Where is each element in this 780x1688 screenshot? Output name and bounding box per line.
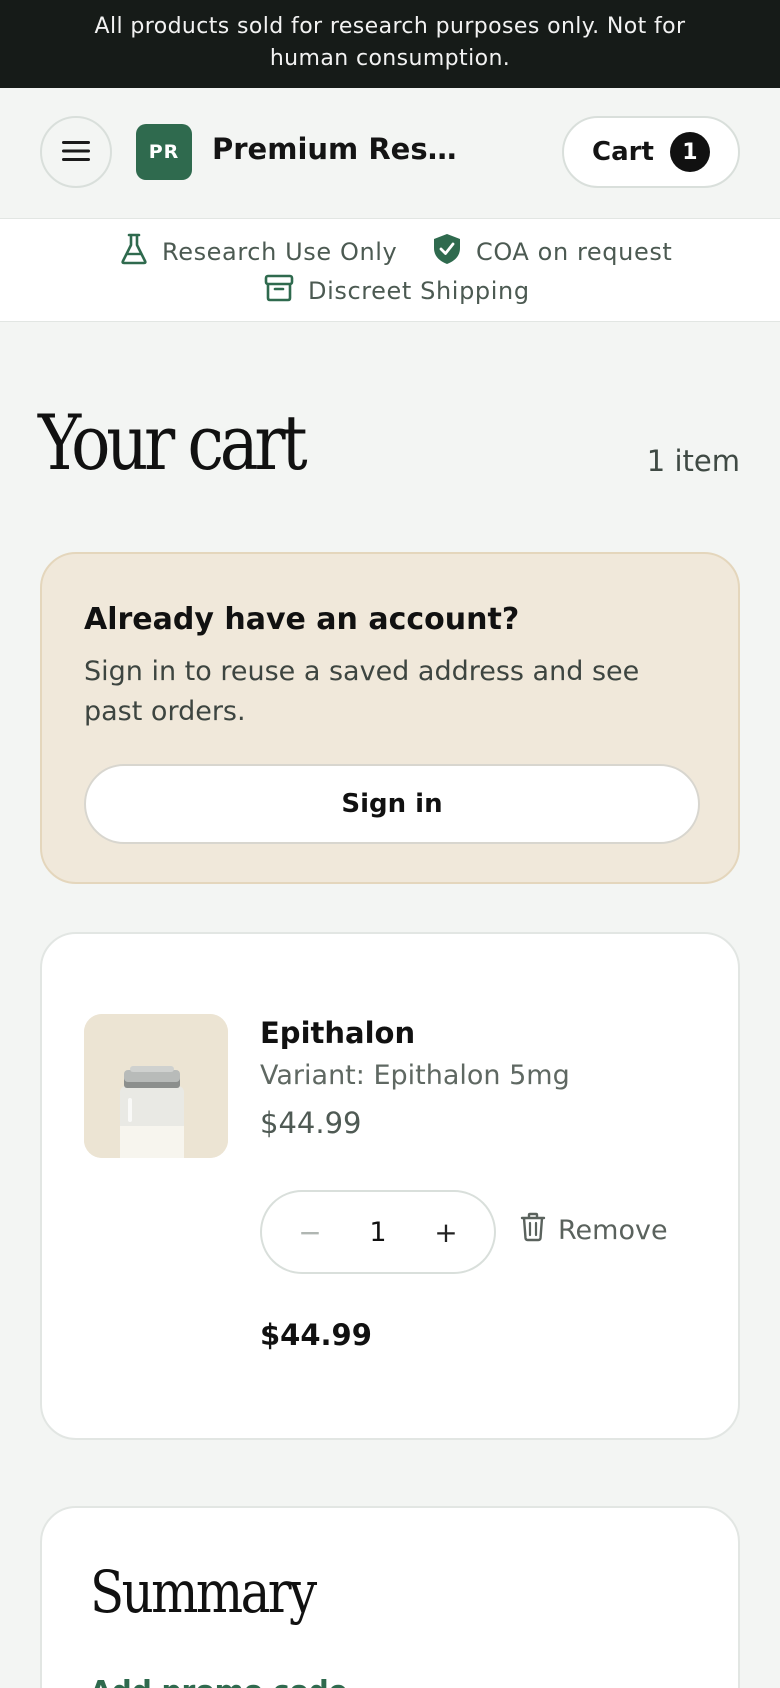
product-price: $44.99	[260, 1106, 362, 1140]
increase-quantity-button[interactable]: +	[426, 1212, 466, 1252]
signin-button[interactable]: Sign in	[84, 764, 700, 844]
cart-item-count: 1 item	[646, 444, 740, 478]
trust-research-use: Research Use Only	[120, 233, 397, 271]
line-total: $44.99	[260, 1318, 372, 1352]
product-image[interactable]	[84, 1014, 228, 1158]
cart-item-card: Epithalon Variant: Epithalon 5mg $44.99 …	[40, 932, 740, 1440]
signin-title: Already have an account?	[84, 602, 520, 637]
remove-label: Remove	[558, 1215, 668, 1246]
trust-coa: COA on request	[432, 233, 672, 271]
announcement-text: All products sold for research purposes …	[94, 14, 686, 71]
summary-title: Summary	[90, 1558, 317, 1626]
signin-description: Sign in to reuse a saved address and see…	[84, 656, 640, 727]
hamburger-icon	[61, 139, 91, 166]
site-header: PR Premium Resear... Cart 1	[0, 88, 780, 218]
flask-icon	[120, 233, 148, 271]
trust-shipping: Discreet Shipping	[264, 273, 530, 309]
trust-label: Discreet Shipping	[308, 277, 530, 305]
page-title: Your cart	[38, 398, 308, 487]
brand-name[interactable]: Premium Resear...	[212, 132, 462, 166]
trash-icon	[520, 1212, 546, 1249]
signin-prompt-card: Already have an account? Sign in to reus…	[40, 552, 740, 884]
logo[interactable]: PR	[136, 124, 192, 180]
remove-item-button[interactable]: Remove	[520, 1212, 668, 1249]
menu-button[interactable]	[40, 116, 112, 188]
trust-label: Research Use Only	[162, 238, 398, 266]
decrease-quantity-button[interactable]: −	[290, 1212, 330, 1252]
cart-label: Cart	[592, 137, 654, 167]
quantity-value: 1	[369, 1216, 387, 1248]
product-name[interactable]: Epithalon	[260, 1016, 415, 1050]
order-summary-card: Summary Add promo code	[40, 1506, 740, 1688]
cart-count-badge: 1	[669, 132, 710, 172]
trust-bar: Research Use Only COA on request Discree…	[0, 218, 780, 322]
archive-box-icon	[264, 273, 294, 309]
product-variant: Variant: Epithalon 5mg	[260, 1060, 570, 1091]
cart-button[interactable]: Cart 1	[562, 116, 740, 188]
promo-code-link[interactable]: Add promo code	[90, 1674, 348, 1688]
quantity-stepper: − 1 +	[260, 1190, 496, 1274]
shield-check-icon	[432, 233, 462, 271]
announcement-bar: All products sold for research purposes …	[0, 0, 780, 88]
trust-label: COA on request	[476, 238, 673, 266]
